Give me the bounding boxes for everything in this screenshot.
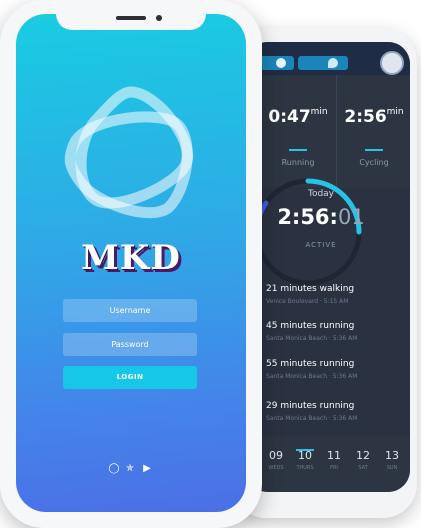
today-label: Today bbox=[307, 189, 335, 199]
day-label: THURS bbox=[296, 465, 314, 471]
username-input[interactable]: Username bbox=[63, 299, 197, 322]
water-drop-icon bbox=[328, 58, 338, 68]
day-selector: 09 WEDS 10 THURS 11 FRI 12 SAT 13 SUN bbox=[246, 437, 410, 492]
activity-title: 21 minutes walking bbox=[266, 284, 355, 294]
day-number: 13 bbox=[385, 449, 399, 462]
day-label: SAT bbox=[358, 465, 368, 471]
day-item[interactable]: 09 WEDS bbox=[262, 449, 290, 471]
list-item[interactable]: 45 minutes running Santa Monica Beach · … bbox=[266, 321, 406, 342]
dashboard-screen: 0:47min Running 2:56min Cycling Today 2:… bbox=[246, 42, 410, 492]
twitter-icon[interactable]: ✯ bbox=[124, 463, 136, 475]
stat-cycling-value: 2:56min bbox=[344, 107, 404, 127]
activity-subtitle: Santa Monica Beach · 5:36 AM bbox=[266, 373, 358, 380]
list-item[interactable]: 55 minutes running Santa Monica Beach · … bbox=[266, 359, 406, 380]
activity-title: 29 minutes running bbox=[266, 401, 355, 411]
login-button[interactable]: LOGIN bbox=[63, 366, 197, 389]
activity-subtitle: Santa Monica Beach · 5:36 AM bbox=[266, 335, 358, 342]
list-item[interactable]: 29 minutes running Santa Monica Beach · … bbox=[266, 401, 406, 422]
clock-icon bbox=[276, 58, 286, 68]
activity-subtitle: Santa Monica Beach · 5:36 AM bbox=[266, 415, 358, 422]
status-label: ACTIVE bbox=[305, 241, 337, 249]
day-number: 11 bbox=[327, 449, 341, 462]
day-item[interactable]: 11 FRI bbox=[320, 449, 348, 471]
day-label: WEDS bbox=[268, 465, 284, 471]
activity-subtitle: Venice Boulevard · 5:15 AM bbox=[266, 298, 349, 305]
activity-ring bbox=[254, 178, 362, 286]
activity-title: 55 minutes running bbox=[266, 359, 355, 369]
brand-logo-text: MKD bbox=[81, 238, 181, 278]
password-input[interactable]: Password bbox=[63, 333, 197, 356]
day-label: SUN bbox=[386, 465, 398, 471]
day-label: FRI bbox=[330, 465, 338, 471]
dashboard-topbar bbox=[246, 42, 410, 75]
list-item[interactable]: 21 minutes walking Venice Boulevard · 5:… bbox=[266, 284, 406, 305]
today-time: 2:56:01 bbox=[277, 205, 365, 229]
youtube-icon[interactable]: ▶ bbox=[141, 463, 153, 475]
stat-running-value: 0:47min bbox=[268, 107, 328, 127]
dribbble-icon[interactable]: ◯ bbox=[108, 463, 120, 475]
selected-day-indicator bbox=[296, 449, 314, 451]
day-number: 09 bbox=[269, 449, 283, 462]
tab-segment-2[interactable] bbox=[298, 56, 348, 70]
stat-running-indicator bbox=[289, 149, 307, 151]
day-item-selected[interactable]: 10 THURS bbox=[291, 449, 319, 471]
day-item[interactable]: 13 SUN bbox=[378, 449, 406, 471]
speaker-grille bbox=[116, 16, 146, 20]
front-camera bbox=[156, 15, 162, 21]
activity-title: 45 minutes running bbox=[266, 321, 355, 331]
avatar[interactable] bbox=[380, 51, 404, 75]
day-number: 12 bbox=[356, 449, 370, 462]
stat-cycling-indicator bbox=[365, 149, 383, 151]
logo-icon bbox=[64, 86, 194, 219]
day-item[interactable]: 12 SAT bbox=[349, 449, 377, 471]
